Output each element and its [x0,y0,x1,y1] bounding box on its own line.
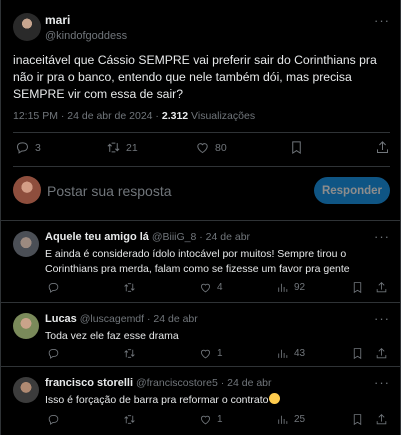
heart-icon [197,143,208,154]
bookmark-icon [353,282,362,294]
bookmark-button[interactable] [289,140,304,155]
reply-composer: Postar sua resposta Responder [1,170,401,210]
bookmark-button[interactable] [351,281,364,294]
like-button[interactable]: 80 [195,140,227,155]
reply-text: Isso é forçação de barra pra reformar o … [45,393,390,408]
analytics-icon [278,349,288,358]
retweet-button[interactable] [123,281,136,294]
more-icon[interactable]: ··· [374,375,390,390]
tweet-text: inaceitável que Cássio SEMPRE vai prefer… [13,53,377,101]
tweet-time[interactable]: 12:15 PM · 24 de abr de 2024 · [13,110,162,122]
analytics-icon [278,415,288,424]
bookmark-button[interactable] [351,347,364,360]
reply-button[interactable] [47,413,60,426]
reply-button[interactable]: 3 [15,140,41,155]
reply-icon [16,142,29,154]
views-button[interactable]: 43 [276,347,305,360]
like-count: 1 [217,414,223,425]
more-icon[interactable]: ··· [374,229,390,244]
share-button[interactable] [375,140,390,155]
reply-icon [48,415,59,425]
like-button[interactable]: 1 [199,413,223,426]
like-count: 80 [215,141,227,154]
reply-avatar[interactable] [13,313,39,339]
tweet-thread: mari @kindofgoddess ··· inaceitável que … [0,0,401,435]
share-button[interactable] [375,413,388,426]
divider [13,132,390,133]
reply-text: Toda vez ele faz esse drama [45,330,179,342]
like-count: 1 [217,348,223,359]
views-count: 2.312 [161,110,189,122]
views-button[interactable]: 25 [276,413,305,426]
reply-meta: @BiiiG_8 · 24 de abr [148,231,251,243]
heart-icon [201,283,210,293]
reply-avatar[interactable] [13,377,39,403]
reply-header: francisco storelli @franciscostore5 · 24… [45,377,272,389]
tweet-actions: 3 21 80 [1,140,401,158]
retweet-icon [107,142,120,153]
analytics-icon [278,283,288,292]
retweet-button[interactable] [123,413,136,426]
reply-item[interactable]: Lucas @luscagemdf · 24 de abr ··· Toda v… [1,302,401,366]
reply-actions: 1 43 [1,347,401,361]
reply-meta: @luscagemdf · 24 de abr [76,313,198,325]
like-button[interactable]: 4 [199,281,223,294]
user-avatar[interactable] [13,176,41,204]
author-handle[interactable]: @kindofgoddess [45,30,127,42]
reply-icon [48,349,59,359]
share-icon [377,141,388,153]
reply-icon [48,283,59,293]
reply-header: Lucas @luscagemdf · 24 de abr [45,313,198,325]
bookmark-icon [353,348,362,360]
views-count: 43 [294,348,306,359]
share-icon [376,414,387,425]
retweet-icon [124,283,135,292]
tweet-meta: 12:15 PM · 24 de abr de 2024 · 2.312 Vis… [13,110,255,122]
share-button[interactable] [375,347,388,360]
author-avatar[interactable] [13,13,41,41]
reply-author-name[interactable]: Aquele teu amigo lá [45,231,149,243]
share-icon [376,282,387,293]
like-count: 4 [217,282,223,293]
retweet-count: 21 [126,141,138,154]
reply-actions: 4 92 [1,281,401,295]
reply-text-content: Isso é forçação de barra pra reformar o … [45,394,269,406]
views-button[interactable]: 92 [276,281,305,294]
views-count: 92 [294,282,306,293]
flushed-emoji-icon [268,393,280,404]
bookmark-icon [353,414,362,426]
retweet-button[interactable] [123,347,136,360]
reply-text: E ainda é considerado ídolo intocável po… [45,248,350,275]
author-name[interactable]: mari [45,13,70,27]
reply-item[interactable]: francisco storelli @franciscostore5 · 24… [1,366,401,435]
heart-icon [201,349,210,359]
heart-icon [201,415,210,425]
views-label: Visualizações [188,110,256,122]
reply-author-name[interactable]: francisco storelli [45,377,133,389]
retweet-icon [124,349,135,358]
bookmark-icon [292,141,301,155]
reply-avatar[interactable] [13,231,39,257]
reply-submit-button[interactable]: Responder [314,177,390,204]
retweet-button[interactable]: 21 [106,140,138,155]
share-icon [376,348,387,359]
divider [13,166,390,167]
more-icon[interactable]: ··· [374,311,390,326]
reply-input[interactable]: Postar sua resposta [47,183,172,199]
retweet-icon [124,415,135,424]
share-button[interactable] [375,281,388,294]
more-icon[interactable]: ··· [374,13,390,28]
views-count: 25 [294,414,306,425]
reply-actions: 1 25 [1,413,401,427]
reply-meta: @franciscostore5 · 24 de abr [133,377,272,389]
reply-author-name[interactable]: Lucas [45,313,77,325]
like-button[interactable]: 1 [199,347,223,360]
reply-item[interactable]: Aquele teu amigo lá @BiiiG_8 · 24 de abr… [1,220,401,302]
reply-header: Aquele teu amigo lá @BiiiG_8 · 24 de abr [45,231,250,243]
reply-button[interactable] [47,281,60,294]
reply-button[interactable] [47,347,60,360]
reply-count: 3 [35,141,41,154]
bookmark-button[interactable] [351,413,364,426]
